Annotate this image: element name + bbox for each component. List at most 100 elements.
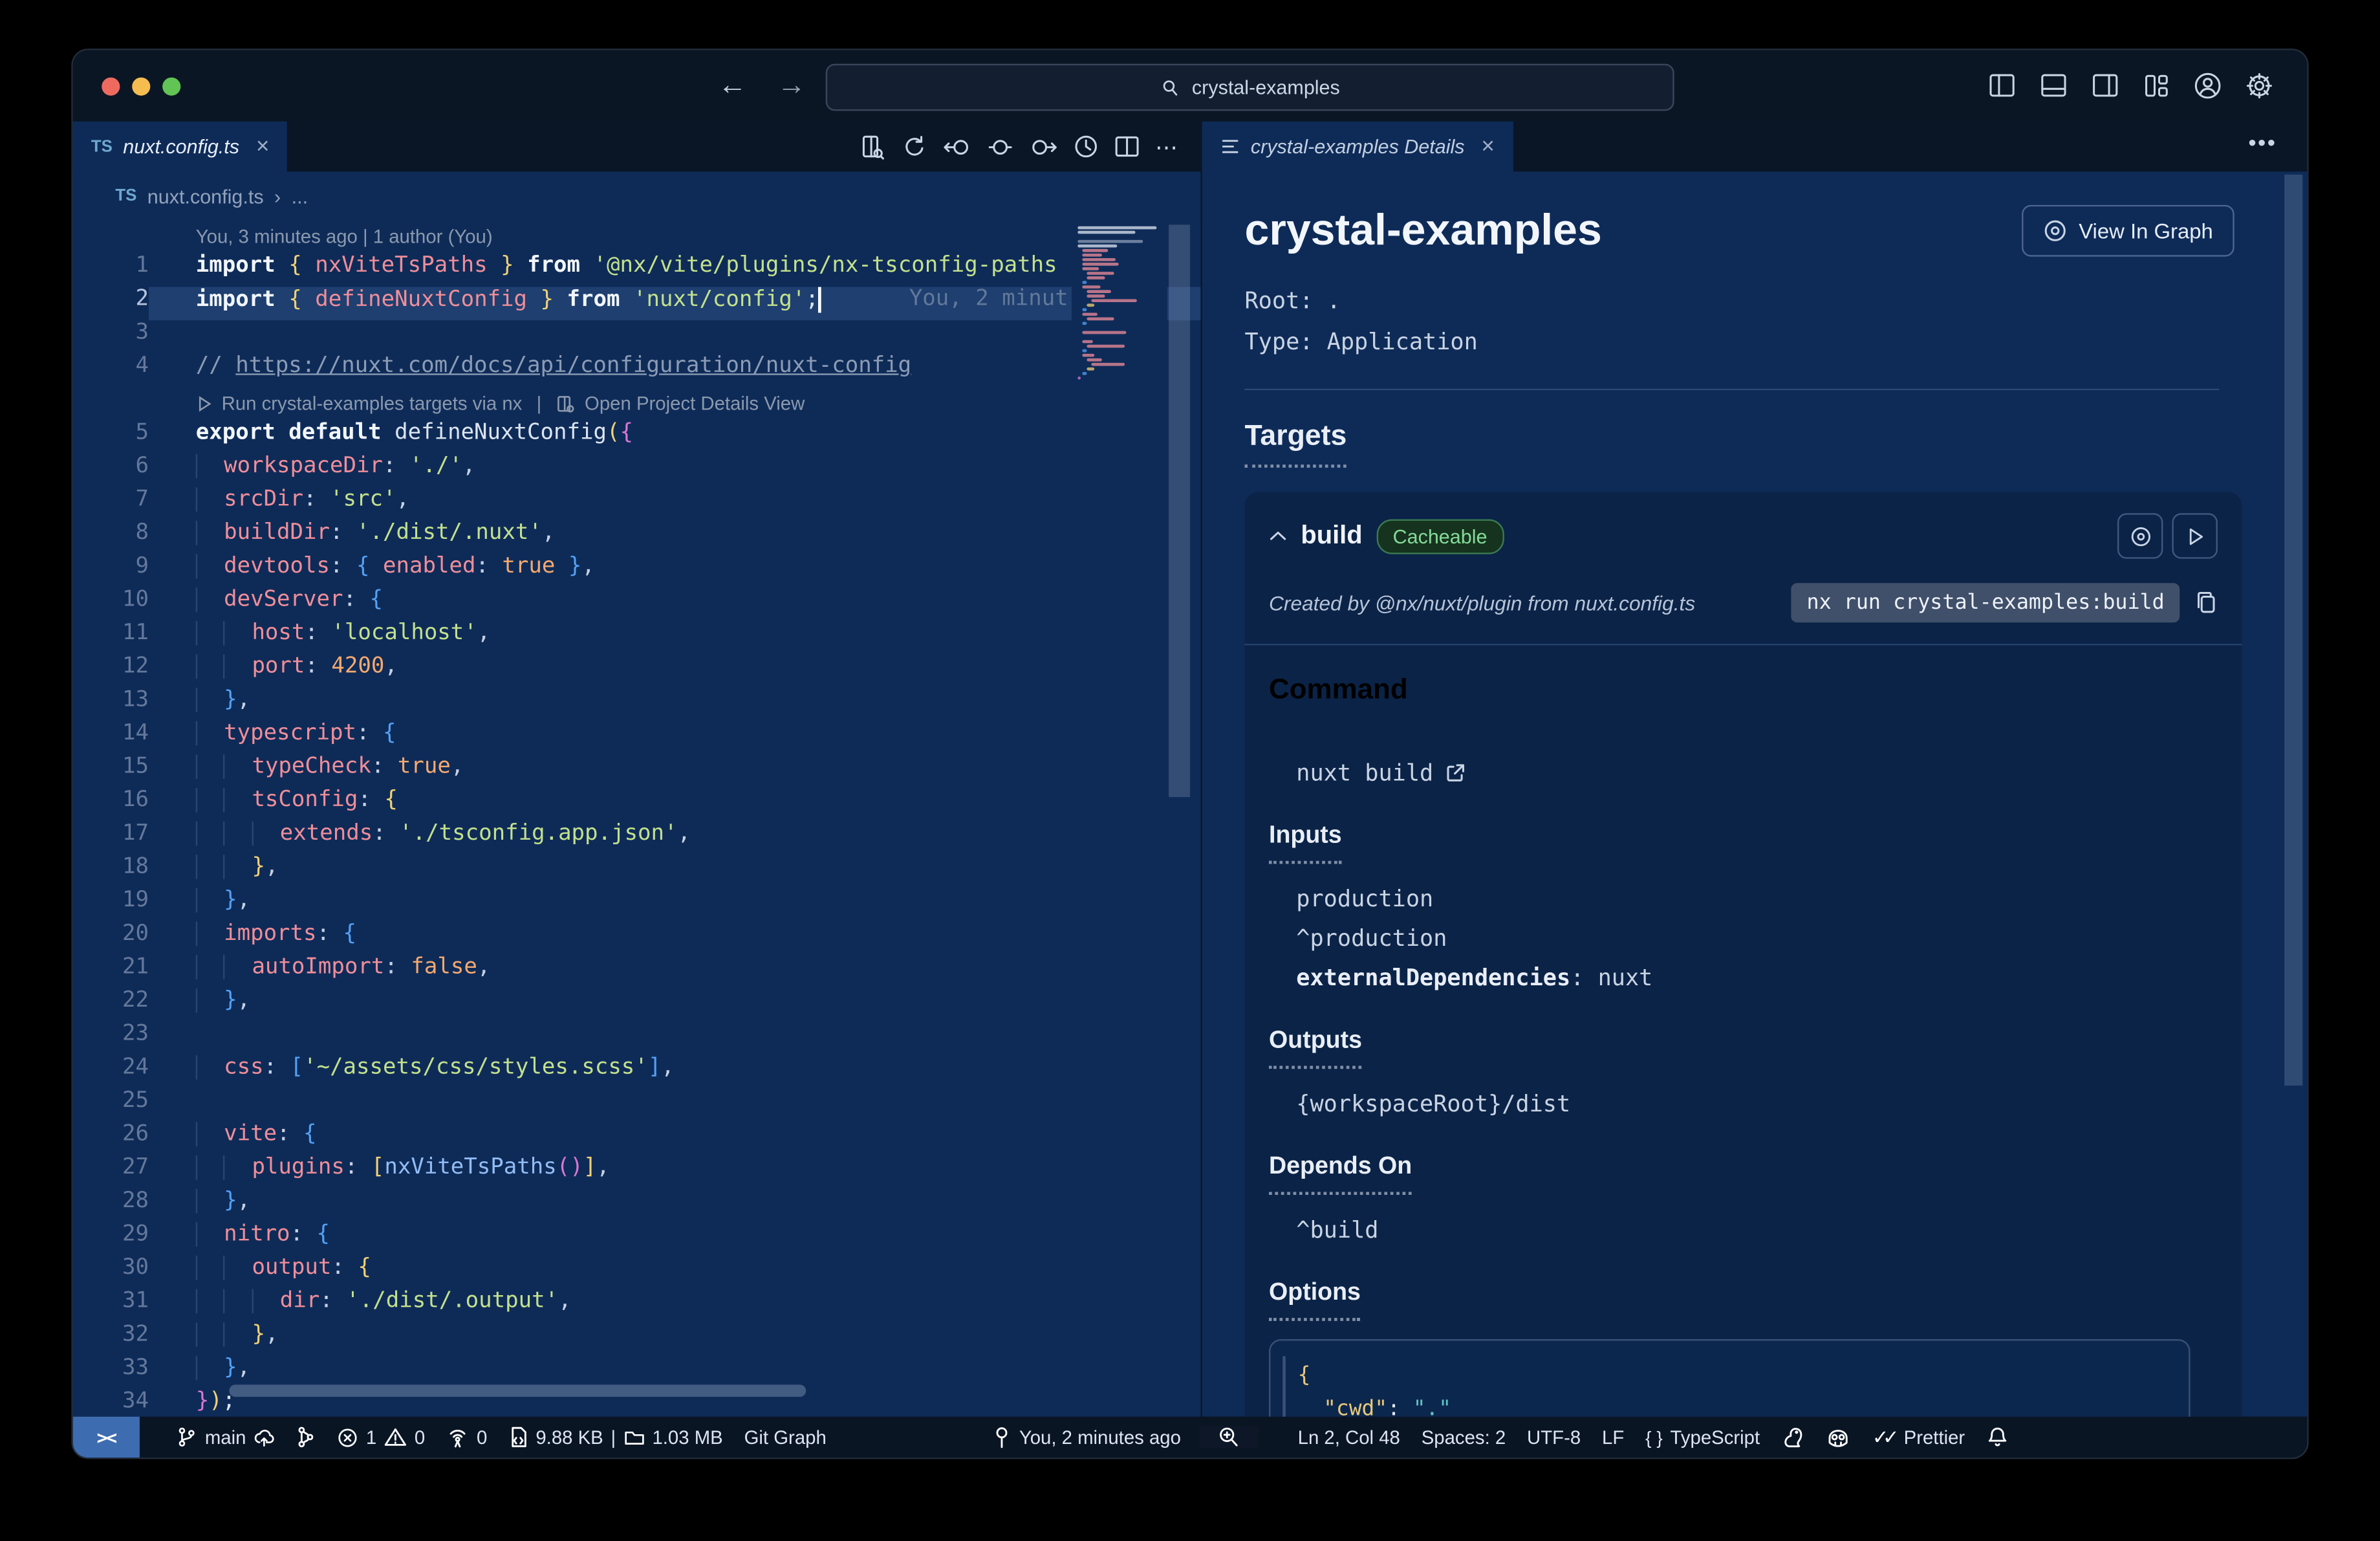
toggle-secondary-sidebar-icon[interactable] — [2092, 73, 2121, 99]
line-number: 17 — [122, 821, 149, 846]
code-line[interactable]: 26 vite: { — [73, 1122, 1201, 1155]
tab-nuxt-config[interactable]: TS nuxt.config.ts × — [72, 121, 288, 172]
file-icon — [512, 1426, 526, 1447]
code-line[interactable]: 15 typeCheck: true, — [73, 754, 1201, 788]
zoom-in-icon — [1220, 1427, 1238, 1447]
copy-icon[interactable] — [2195, 591, 2218, 615]
squirrel-extension-item[interactable] — [1781, 1426, 1806, 1448]
copilot-extension-item[interactable] — [1826, 1426, 1851, 1448]
toggle-panel-icon[interactable] — [2040, 73, 2069, 99]
vertical-scrollbar[interactable] — [1169, 224, 1191, 798]
formatter-item[interactable]: ✓✓ Prettier — [1872, 1425, 1965, 1450]
code-line[interactable]: 7 srcDir: 'src', — [73, 487, 1201, 521]
remote-indicator[interactable]: >< — [72, 1416, 140, 1458]
notifications-item[interactable] — [1986, 1426, 2007, 1448]
line-number: 27 — [122, 1155, 149, 1180]
code-line[interactable]: 9 devtools: { enabled: true }, — [73, 554, 1201, 588]
panel-tab-close-icon[interactable]: × — [1481, 134, 1495, 160]
nav-back-icon[interactable]: ← — [718, 69, 747, 103]
code-line[interactable]: 20 imports: { — [73, 921, 1201, 956]
options-code-block[interactable]: { "cwd": "." } — [1269, 1339, 2191, 1417]
view-in-graph-button[interactable]: View In Graph — [2021, 204, 2234, 257]
code-line[interactable]: 21 autoImport: false, — [73, 955, 1201, 989]
view-target-button[interactable] — [2117, 513, 2163, 559]
eol-item[interactable]: LF — [1602, 1426, 1624, 1448]
code-line[interactable]: 4// https://nuxt.com/docs/api/configurat… — [73, 354, 1201, 388]
refresh-icon[interactable] — [902, 134, 927, 160]
code-line[interactable]: 22 }, — [73, 988, 1201, 1022]
language-mode-item[interactable]: { } TypeScript — [1645, 1426, 1760, 1448]
customize-layout-icon[interactable] — [2143, 73, 2170, 99]
code-line[interactable]: 29 nitro: { — [73, 1222, 1201, 1256]
problems-item[interactable]: 1 0 — [337, 1426, 425, 1448]
git-branch-item[interactable]: main — [176, 1426, 275, 1448]
account-icon[interactable] — [2193, 71, 2222, 100]
minimize-window-button[interactable] — [132, 76, 151, 95]
command-center-search[interactable]: crystal-examples — [825, 63, 1674, 111]
tab-close-icon[interactable]: × — [256, 134, 270, 160]
code-line[interactable]: 8 buildDir: './dist/.nuxt', — [73, 521, 1201, 554]
file-size-item[interactable]: 9.88 KB | 1.03 MB — [508, 1426, 723, 1448]
code-line[interactable]: 6 workspaceDir: './', — [73, 454, 1201, 488]
split-editor-icon[interactable] — [1114, 135, 1140, 158]
next-change-icon[interactable] — [1028, 135, 1058, 159]
previous-change-icon[interactable] — [942, 135, 973, 159]
nav-forward-icon[interactable]: → — [777, 69, 806, 103]
ports-item[interactable]: 0 — [446, 1426, 487, 1448]
codelens-open-details-link[interactable]: Open Project Details View — [585, 393, 805, 415]
code-line[interactable]: 24 css: ['~/assets/css/styles.scss'], — [73, 1055, 1201, 1089]
code-line[interactable]: 25 — [73, 1089, 1201, 1122]
code-line[interactable]: 30 output: { — [73, 1255, 1201, 1289]
line-number: 33 — [122, 1355, 149, 1381]
codelens-run-link[interactable]: Run crystal-examples targets via nx — [222, 393, 523, 415]
target-name[interactable]: build — [1301, 521, 1362, 551]
git-graph-item[interactable] — [296, 1426, 316, 1448]
toggle-primary-sidebar-icon[interactable] — [1988, 73, 2017, 99]
code-line[interactable]: 12 port: 4200, — [73, 654, 1201, 688]
code-line[interactable]: 18 }, — [73, 855, 1201, 888]
external-link-icon[interactable] — [1445, 762, 1467, 783]
code-line[interactable]: 32 }, — [73, 1322, 1201, 1356]
open-changes-icon[interactable] — [859, 133, 886, 160]
breadcrumb[interactable]: TS nuxt.config.ts › ... — [72, 171, 1201, 221]
close-window-button[interactable] — [102, 76, 120, 95]
more-editor-actions-icon[interactable]: ⋯ — [1155, 133, 1180, 160]
minimap[interactable] — [1071, 220, 1167, 1417]
breadcrumb-symbol[interactable]: ... — [292, 184, 308, 207]
code-line[interactable]: 27 plugins: [nxViteTsPaths()], — [73, 1155, 1201, 1189]
more-panel-actions-icon[interactable]: ••• — [2248, 131, 2277, 157]
run-target-button[interactable] — [2172, 513, 2218, 559]
zoom-tool-item[interactable] — [1199, 1425, 1259, 1448]
horizontal-scrollbar[interactable] — [229, 1384, 806, 1397]
indentation-item[interactable]: Spaces: 2 — [1422, 1426, 1506, 1448]
code-line[interactable]: 23 — [73, 1022, 1201, 1055]
zoom-window-button[interactable] — [162, 76, 181, 95]
code-line[interactable]: 14 typescript: { — [73, 721, 1201, 755]
blame-item[interactable]: You, 2 minutes ago — [993, 1426, 1181, 1448]
code-line[interactable]: 13 }, — [73, 688, 1201, 721]
current-change-icon[interactable] — [988, 135, 1013, 159]
code-line[interactable]: 16 tsConfig: { — [73, 788, 1201, 822]
code-line[interactable]: 5 export default defineNuxtConfig({ — [73, 421, 1201, 454]
git-graph-label[interactable]: Git Graph — [744, 1426, 827, 1448]
code-line[interactable]: 31 dir: './dist/.output', — [73, 1289, 1201, 1323]
panel-scrollbar[interactable] — [2284, 174, 2303, 1086]
settings-gear-icon[interactable] — [2245, 71, 2274, 100]
code-line[interactable]: 28 }, — [73, 1188, 1201, 1223]
code-line[interactable]: 19 }, — [73, 888, 1201, 922]
code-line[interactable]: 2 import { defineNuxtConfig } from 'nuxt/… — [73, 287, 1201, 321]
tab-project-details[interactable]: crystal-examples Details × — [1202, 121, 1513, 172]
encoding-item[interactable]: UTF-8 — [1527, 1426, 1581, 1448]
breadcrumb-file[interactable]: nuxt.config.ts — [147, 184, 264, 207]
code-line[interactable]: 3 — [73, 320, 1201, 354]
collapse-chevron-icon[interactable] — [1269, 530, 1287, 542]
code-line[interactable]: 11 host: 'localhost', — [73, 620, 1201, 655]
timeline-icon[interactable] — [1073, 134, 1099, 160]
code-line[interactable]: 17 extends: './tsconfig.app.json', — [73, 821, 1201, 855]
targets-heading: Targets — [1244, 421, 1347, 453]
code-line[interactable]: 10 devServer: { — [73, 587, 1201, 621]
nx-run-command-chip[interactable]: nx run crystal-examples:build — [1791, 583, 2180, 623]
code-line[interactable]: 1 import { nxViteTsPaths } from '@nx/vite… — [73, 254, 1201, 287]
cursor-position-item[interactable]: Ln 2, Col 48 — [1298, 1426, 1400, 1448]
code-editor[interactable]: You, 3 minutes ago | 1 author (You) 1 impo… — [72, 220, 1201, 1417]
